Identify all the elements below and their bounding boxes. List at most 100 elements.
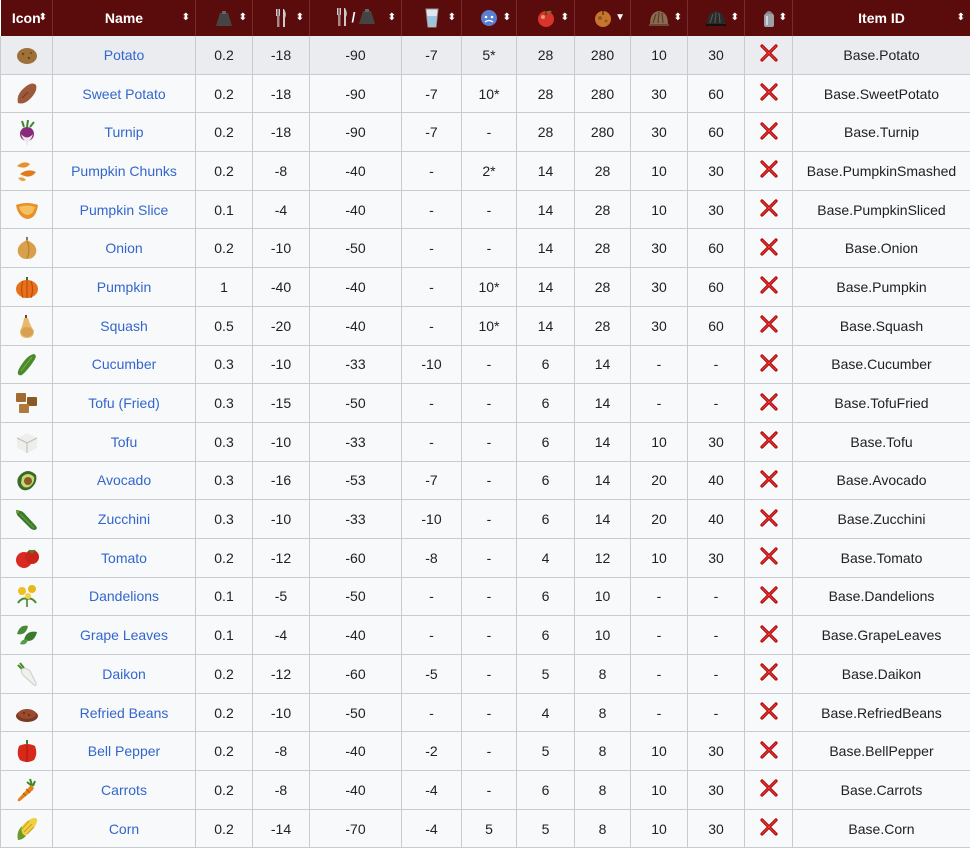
spice-cell bbox=[744, 577, 793, 617]
header-cook-time[interactable]: ⬍ bbox=[630, 0, 688, 36]
item-name-link[interactable]: Turnip bbox=[104, 124, 143, 140]
unhappiness-cell: 5 bbox=[461, 809, 517, 849]
header-hunger[interactable]: ⬍ bbox=[252, 0, 310, 36]
thirst-cell: - bbox=[401, 577, 462, 617]
header-unhappiness[interactable]: ⬍ bbox=[461, 0, 517, 36]
unhappiness-cell: - bbox=[461, 615, 517, 655]
item-name-cell: Carrots bbox=[52, 770, 196, 810]
rotten-cell: 28 bbox=[574, 228, 631, 269]
header-item-id[interactable]: Item ID ⬍ bbox=[792, 0, 970, 36]
header-name[interactable]: Name ⬍ bbox=[52, 0, 196, 36]
cook-min-cell: 30 bbox=[630, 267, 688, 307]
burn-cell: 40 bbox=[687, 461, 745, 501]
fork-knife-icon bbox=[276, 9, 286, 27]
unhappiness-cell: - bbox=[461, 577, 517, 617]
sort-icon[interactable]: ⬍ bbox=[561, 13, 569, 23]
x-mark-icon bbox=[759, 431, 778, 449]
thirst-cell: -10 bbox=[401, 499, 462, 539]
fresh-cell: 6 bbox=[516, 461, 575, 501]
potato-icon bbox=[16, 47, 37, 64]
item-name-link[interactable]: Daikon bbox=[102, 666, 146, 682]
hunger-cell: -20 bbox=[252, 306, 310, 346]
sort-icon[interactable]: ⬍ bbox=[296, 13, 304, 23]
vegetables-table: Icon ⬍ Name ⬍ ⬍ ⬍ / ⬍ ⬍ ⬍ ⬍ ▼ ⬍ ⬍ ⬍ Item… bbox=[0, 0, 970, 849]
cook-min-cell: 10 bbox=[630, 190, 688, 230]
sort-icon[interactable]: ⬍ bbox=[957, 13, 965, 23]
spice-cell bbox=[744, 809, 793, 849]
cook-min-cell: 30 bbox=[630, 306, 688, 346]
sort-icon[interactable]: ⬍ bbox=[779, 13, 787, 23]
item-name-link[interactable]: Grape Leaves bbox=[80, 627, 168, 643]
item-name-link[interactable]: Carrots bbox=[101, 782, 147, 798]
rotten-cell: 280 bbox=[574, 112, 631, 153]
rotten-cell: 14 bbox=[574, 383, 631, 423]
spice-cell bbox=[744, 422, 793, 462]
weight-cell: 0.2 bbox=[195, 228, 253, 269]
burn-cell: 60 bbox=[687, 306, 745, 346]
sort-icon[interactable]: ⬍ bbox=[239, 13, 247, 23]
item-icon-cell bbox=[0, 731, 53, 772]
sort-descending-icon[interactable]: ▼ bbox=[615, 13, 625, 23]
weight-cell: 0.1 bbox=[195, 190, 253, 230]
sort-icon[interactable]: ⬍ bbox=[731, 13, 739, 23]
burn-cell: 60 bbox=[687, 228, 745, 269]
zucchini-icon bbox=[15, 510, 37, 531]
sweet-potato-icon bbox=[17, 83, 36, 104]
hunger-per-weight-cell: -53 bbox=[309, 461, 402, 501]
item-name-link[interactable]: Tomato bbox=[101, 550, 147, 566]
item-name-link[interactable]: Corn bbox=[109, 821, 139, 837]
item-icon-cell bbox=[0, 422, 53, 462]
unhappiness-cell: 5* bbox=[461, 36, 517, 75]
cook-min-cell: 20 bbox=[630, 499, 688, 539]
carrots-icon bbox=[17, 778, 36, 802]
hunger-cell: -10 bbox=[252, 345, 310, 385]
item-name-link[interactable]: Tofu (Fried) bbox=[88, 395, 160, 411]
rotten-cell: 8 bbox=[574, 654, 631, 694]
sort-icon[interactable]: ⬍ bbox=[388, 13, 396, 23]
header-rotten[interactable]: ▼ bbox=[574, 0, 631, 36]
header-hunger-per-weight[interactable]: / ⬍ bbox=[309, 0, 402, 36]
fresh-cell: 5 bbox=[516, 654, 575, 694]
onion-icon bbox=[17, 237, 36, 260]
burn-cell: 60 bbox=[687, 267, 745, 307]
item-name-link[interactable]: Bell Pepper bbox=[88, 743, 160, 759]
item-name-link[interactable]: Onion bbox=[105, 240, 142, 256]
header-thirst[interactable]: ⬍ bbox=[401, 0, 462, 36]
weight-cell: 0.2 bbox=[195, 36, 253, 75]
thirst-cell: -5 bbox=[401, 654, 462, 694]
item-name-link[interactable]: Potato bbox=[104, 47, 144, 63]
hunger-per-weight-cell: -40 bbox=[309, 306, 402, 346]
sort-icon[interactable]: ⬍ bbox=[448, 13, 456, 23]
spice-cell bbox=[744, 615, 793, 655]
item-name-link[interactable]: Cucumber bbox=[92, 356, 157, 372]
item-name-link[interactable]: Pumpkin bbox=[97, 279, 151, 295]
header-spice[interactable]: ⬍ bbox=[744, 0, 793, 36]
item-id-cell: Base.Tofu bbox=[792, 422, 970, 462]
rotten-cell: 10 bbox=[574, 615, 631, 655]
fresh-cell: 14 bbox=[516, 151, 575, 191]
header-icon[interactable]: Icon ⬍ bbox=[0, 0, 53, 36]
item-icon-cell bbox=[0, 809, 53, 849]
rotten-cell: 28 bbox=[574, 151, 631, 191]
header-weight[interactable]: ⬍ bbox=[195, 0, 253, 36]
header-fresh[interactable]: ⬍ bbox=[516, 0, 575, 36]
item-name-link[interactable]: Pumpkin Chunks bbox=[71, 163, 177, 179]
item-name-link[interactable]: Refried Beans bbox=[80, 705, 169, 721]
sort-icon[interactable]: ⬍ bbox=[503, 13, 511, 23]
table-row: Tofu 0.3 -10 -33- -6 14 10 30 Base.Tofu bbox=[0, 422, 970, 462]
item-name-link[interactable]: Pumpkin Slice bbox=[80, 202, 169, 218]
item-name-link[interactable]: Tofu bbox=[111, 434, 137, 450]
thirst-cell: -8 bbox=[401, 538, 462, 578]
table-row: Daikon 0.2 -12 -60 -5-5 8- - Base.Daikon bbox=[0, 654, 970, 694]
item-name-link[interactable]: Zucchini bbox=[98, 511, 150, 527]
sort-icon[interactable]: ⬍ bbox=[182, 13, 190, 23]
item-name-link[interactable]: Avocado bbox=[97, 472, 151, 488]
item-name-link[interactable]: Dandelions bbox=[89, 588, 159, 604]
header-burn-time[interactable]: ⬍ bbox=[687, 0, 745, 36]
sort-icon[interactable]: ⬍ bbox=[674, 13, 682, 23]
item-name-link[interactable]: Sweet Potato bbox=[82, 86, 165, 102]
item-name-link[interactable]: Squash bbox=[100, 318, 147, 334]
weight-cell: 0.2 bbox=[195, 112, 253, 153]
sort-icon[interactable]: ⬍ bbox=[39, 13, 47, 23]
item-name-cell: Pumpkin bbox=[52, 267, 196, 307]
